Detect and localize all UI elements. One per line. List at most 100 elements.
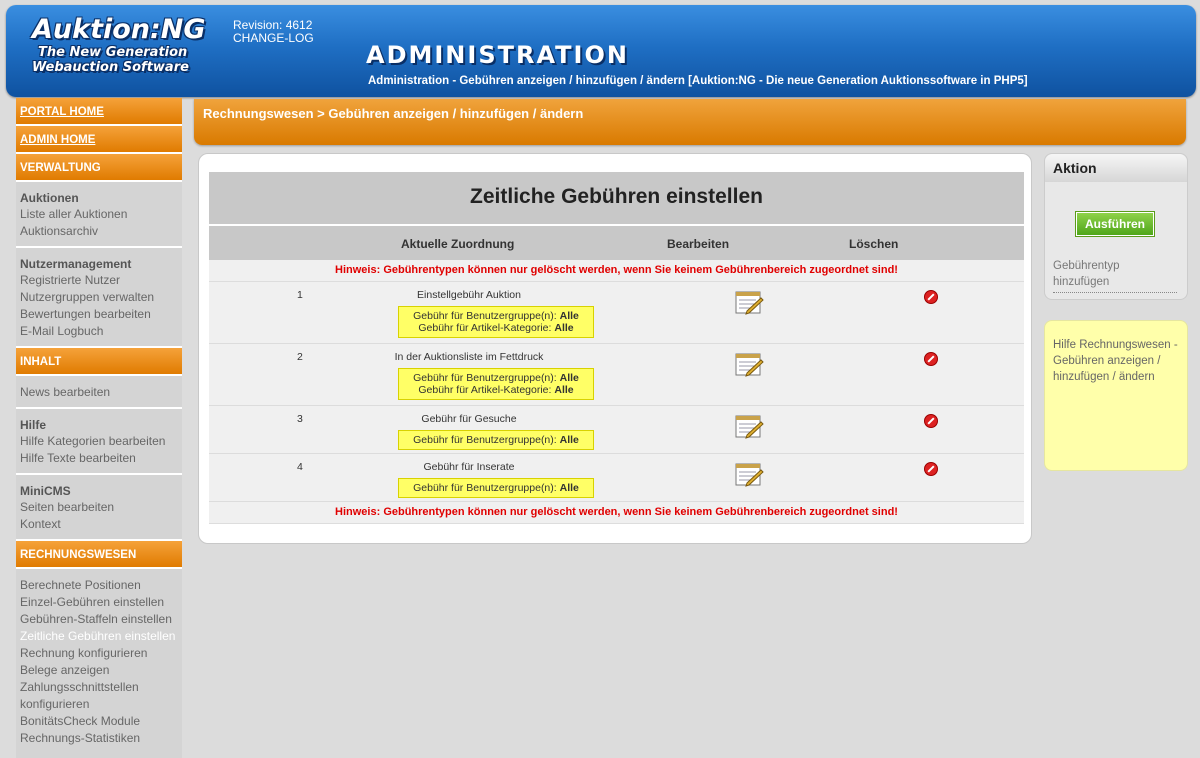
sidebar-item-seiten[interactable]: Seiten bearbeiten xyxy=(20,499,178,516)
fees-table: Zeitliche Gebühren einstellen Aktuelle Z… xyxy=(209,172,1024,524)
add-fee-type-link[interactable]: Gebührentyp hinzufügen xyxy=(1053,258,1177,293)
edit-notepad-icon[interactable] xyxy=(734,351,764,377)
sidebar-group-hilfe: Hilfe Hilfe Kategorien bearbeiten Hilfe … xyxy=(16,409,182,475)
sidebar-item-hilfe-kategorien[interactable]: Hilfe Kategorien bearbeiten xyxy=(20,433,178,450)
sidebar-group-auktionen: Auktionen Liste aller Auktionen Auktions… xyxy=(16,182,182,248)
help-box: Hilfe Rechnungswesen - Gebühren anzeigen… xyxy=(1044,320,1188,471)
page-subtitle: Administration - Gebühren anzeigen / hin… xyxy=(368,75,1028,87)
assignment-group-line: Gebühr für Benutzergruppe(n): Alle xyxy=(399,482,593,494)
group-value: Alle xyxy=(559,372,579,384)
sidebar-item-gebuehren-staffeln[interactable]: Gebühren-Staffeln einstellen xyxy=(20,611,178,628)
sidebar-item-admin-home[interactable]: ADMIN HOME xyxy=(16,126,182,154)
assignment-group-line: Gebühr für Benutzergruppe(n): Alle xyxy=(399,434,593,446)
breadcrumb-bar: Rechnungswesen > Gebühren anzeigen / hin… xyxy=(194,99,1186,145)
assignment-box: Gebühr für Benutzergruppe(n): Alle Gebüh… xyxy=(398,306,594,338)
sidebar-item-kontext[interactable]: Kontext xyxy=(20,516,178,533)
sidebar-group-rechnungswesen: Berechnete Positionen Einzel-Gebühren ei… xyxy=(16,569,182,753)
assignment-category-line: Gebühr für Artikel-Kategorie: Alle xyxy=(399,384,593,396)
edit-notepad-icon[interactable] xyxy=(734,461,764,487)
hint-text-top: Hinweis: Gebührentypen können nur gelösc… xyxy=(209,260,1024,282)
row-number: 4 xyxy=(297,461,303,473)
sidebar-item-rechnungs-statistiken[interactable]: Rechnungs-Statistiken xyxy=(20,730,178,747)
assignment-box: Gebühr für Benutzergruppe(n): Alle xyxy=(398,430,594,450)
sidebar-group-nutzer: Nutzermanagement Registrierte Nutzer Nut… xyxy=(16,248,182,348)
sidebar-group-title: MiniCMS xyxy=(20,484,71,498)
main-panel: Zeitliche Gebühren einstellen Aktuelle Z… xyxy=(198,153,1032,544)
sidebar-item-portal-home[interactable]: PORTAL HOME xyxy=(16,98,182,126)
delete-icon[interactable] xyxy=(924,462,938,476)
breadcrumb: Rechnungswesen > Gebühren anzeigen / hin… xyxy=(203,106,584,121)
sidebar-section-rechnungswesen[interactable]: RECHNUNGSWESEN xyxy=(16,541,182,569)
sidebar: PORTAL HOME ADMIN HOME VERWALTUNG Auktio… xyxy=(16,98,182,758)
sidebar-item-zahlungsschnittstellen[interactable]: Zahlungsschnittstellen xyxy=(20,679,178,696)
header-bearbeiten: Bearbeiten xyxy=(667,237,730,251)
table-header: Aktuelle Zuordnung Bearbeiten Löschen xyxy=(209,226,1024,260)
changelog-link[interactable]: CHANGE-LOG xyxy=(233,32,314,45)
group-value: Alle xyxy=(559,310,579,322)
row-number: 2 xyxy=(297,351,303,363)
action-panel: Aktion Ausführen Gebührentyp hinzufügen xyxy=(1044,153,1188,300)
sidebar-item-bonitaetscheck[interactable]: BonitätsCheck Module xyxy=(20,713,178,730)
delete-icon[interactable] xyxy=(924,414,938,428)
group-label: Gebühr für Benutzergruppe(n): xyxy=(413,372,557,384)
delete-icon[interactable] xyxy=(924,352,938,366)
group-label: Gebühr für Benutzergruppe(n): xyxy=(413,434,557,446)
sidebar-group-title: Hilfe xyxy=(20,418,47,432)
action-panel-title: Aktion xyxy=(1045,154,1187,182)
sidebar-group-minicms: MiniCMS Seiten bearbeiten Kontext xyxy=(16,475,182,541)
revision-info: Revision: 4612 CHANGE-LOG xyxy=(233,19,314,45)
header-banner: Auktion:NG The New Generation Webauction… xyxy=(6,5,1196,97)
sidebar-item-email-logbuch[interactable]: E-Mail Logbuch xyxy=(20,323,178,340)
sidebar-item-rechnung-konfigurieren[interactable]: Rechnung konfigurieren xyxy=(20,645,178,662)
header-loeschen: Löschen xyxy=(849,237,899,251)
fee-name: Gebühr für Gesuche xyxy=(421,413,517,425)
edit-notepad-icon[interactable] xyxy=(734,413,764,439)
sidebar-group-title: Nutzermanagement xyxy=(20,257,132,271)
sidebar-item-berechnete-positionen[interactable]: Berechnete Positionen xyxy=(20,577,178,594)
sidebar-item-auktionen-liste[interactable]: Liste aller Auktionen xyxy=(20,206,178,223)
table-row: 4 Gebühr für Inserate Gebühr für Benutze… xyxy=(209,454,1024,502)
hint-text-bottom: Hinweis: Gebührentypen können nur gelösc… xyxy=(209,502,1024,524)
group-value: Alle xyxy=(559,482,579,494)
sidebar-item-nutzergruppen[interactable]: Nutzergruppen verwalten xyxy=(20,289,178,306)
sidebar-item-registrierte-nutzer[interactable]: Registrierte Nutzer xyxy=(20,272,178,289)
group-label: Gebühr für Benutzergruppe(n): xyxy=(413,482,557,494)
sidebar-item-auktionsarchiv[interactable]: Auktionsarchiv xyxy=(20,223,178,240)
row-number: 1 xyxy=(297,289,303,301)
edit-notepad-icon[interactable] xyxy=(734,289,764,315)
sidebar-item-belege[interactable]: Belege anzeigen xyxy=(20,662,178,679)
fee-name: In der Auktionsliste im Fettdruck xyxy=(394,351,544,363)
logo-line-3: Webauction Software xyxy=(32,60,189,75)
group-value: Alle xyxy=(559,434,579,446)
sidebar-section-verwaltung[interactable]: VERWALTUNG xyxy=(16,154,182,182)
category-label: Gebühr für Artikel-Kategorie: xyxy=(418,322,552,334)
assignment-box: Gebühr für Benutzergruppe(n): Alle Gebüh… xyxy=(398,368,594,400)
sidebar-item-hilfe-texte[interactable]: Hilfe Texte bearbeiten xyxy=(20,450,178,467)
sidebar-item-zeitliche-gebuehren[interactable]: Zeitliche Gebühren einstellen xyxy=(20,628,178,645)
sidebar-section-inhalt[interactable]: INHALT xyxy=(16,348,182,376)
logo-line-2: The New Generation xyxy=(38,45,188,60)
fee-name: Gebühr für Inserate xyxy=(423,461,515,473)
page-title: ADMINISTRATION xyxy=(366,41,629,69)
assignment-box: Gebühr für Benutzergruppe(n): Alle xyxy=(398,478,594,498)
sidebar-item-news[interactable]: News bearbeiten xyxy=(20,384,178,401)
auktion-ng-logo[interactable]: Auktion:NG The New Generation Webauction… xyxy=(32,15,227,85)
group-label: Gebühr für Benutzergruppe(n): xyxy=(413,310,557,322)
assignment-group-line: Gebühr für Benutzergruppe(n): Alle xyxy=(399,310,593,322)
category-value: Alle xyxy=(554,322,574,334)
table-row: 3 Gebühr für Gesuche Gebühr für Benutzer… xyxy=(209,406,1024,454)
table-row: 2 In der Auktionsliste im Fettdruck Gebü… xyxy=(209,344,1024,406)
row-number: 3 xyxy=(297,413,303,425)
table-title: Zeitliche Gebühren einstellen xyxy=(209,172,1024,226)
delete-icon[interactable] xyxy=(924,290,938,304)
assignment-category-line: Gebühr für Artikel-Kategorie: Alle xyxy=(399,322,593,334)
execute-button[interactable]: Ausführen xyxy=(1075,211,1155,237)
header-zuordnung: Aktuelle Zuordnung xyxy=(401,237,515,251)
sidebar-item-bewertungen[interactable]: Bewertungen bearbeiten xyxy=(20,306,178,323)
sidebar-item-einzel-gebuehren[interactable]: Einzel-Gebühren einstellen xyxy=(20,594,178,611)
category-label: Gebühr für Artikel-Kategorie: xyxy=(418,384,552,396)
assignment-group-line: Gebühr für Benutzergruppe(n): Alle xyxy=(399,372,593,384)
sidebar-group-title: Auktionen xyxy=(20,191,79,205)
table-row: 1 Einstellgebühr Auktion Gebühr für Benu… xyxy=(209,282,1024,344)
sidebar-item-zahlungsschnittstellen-cont[interactable]: konfigurieren xyxy=(20,696,178,713)
